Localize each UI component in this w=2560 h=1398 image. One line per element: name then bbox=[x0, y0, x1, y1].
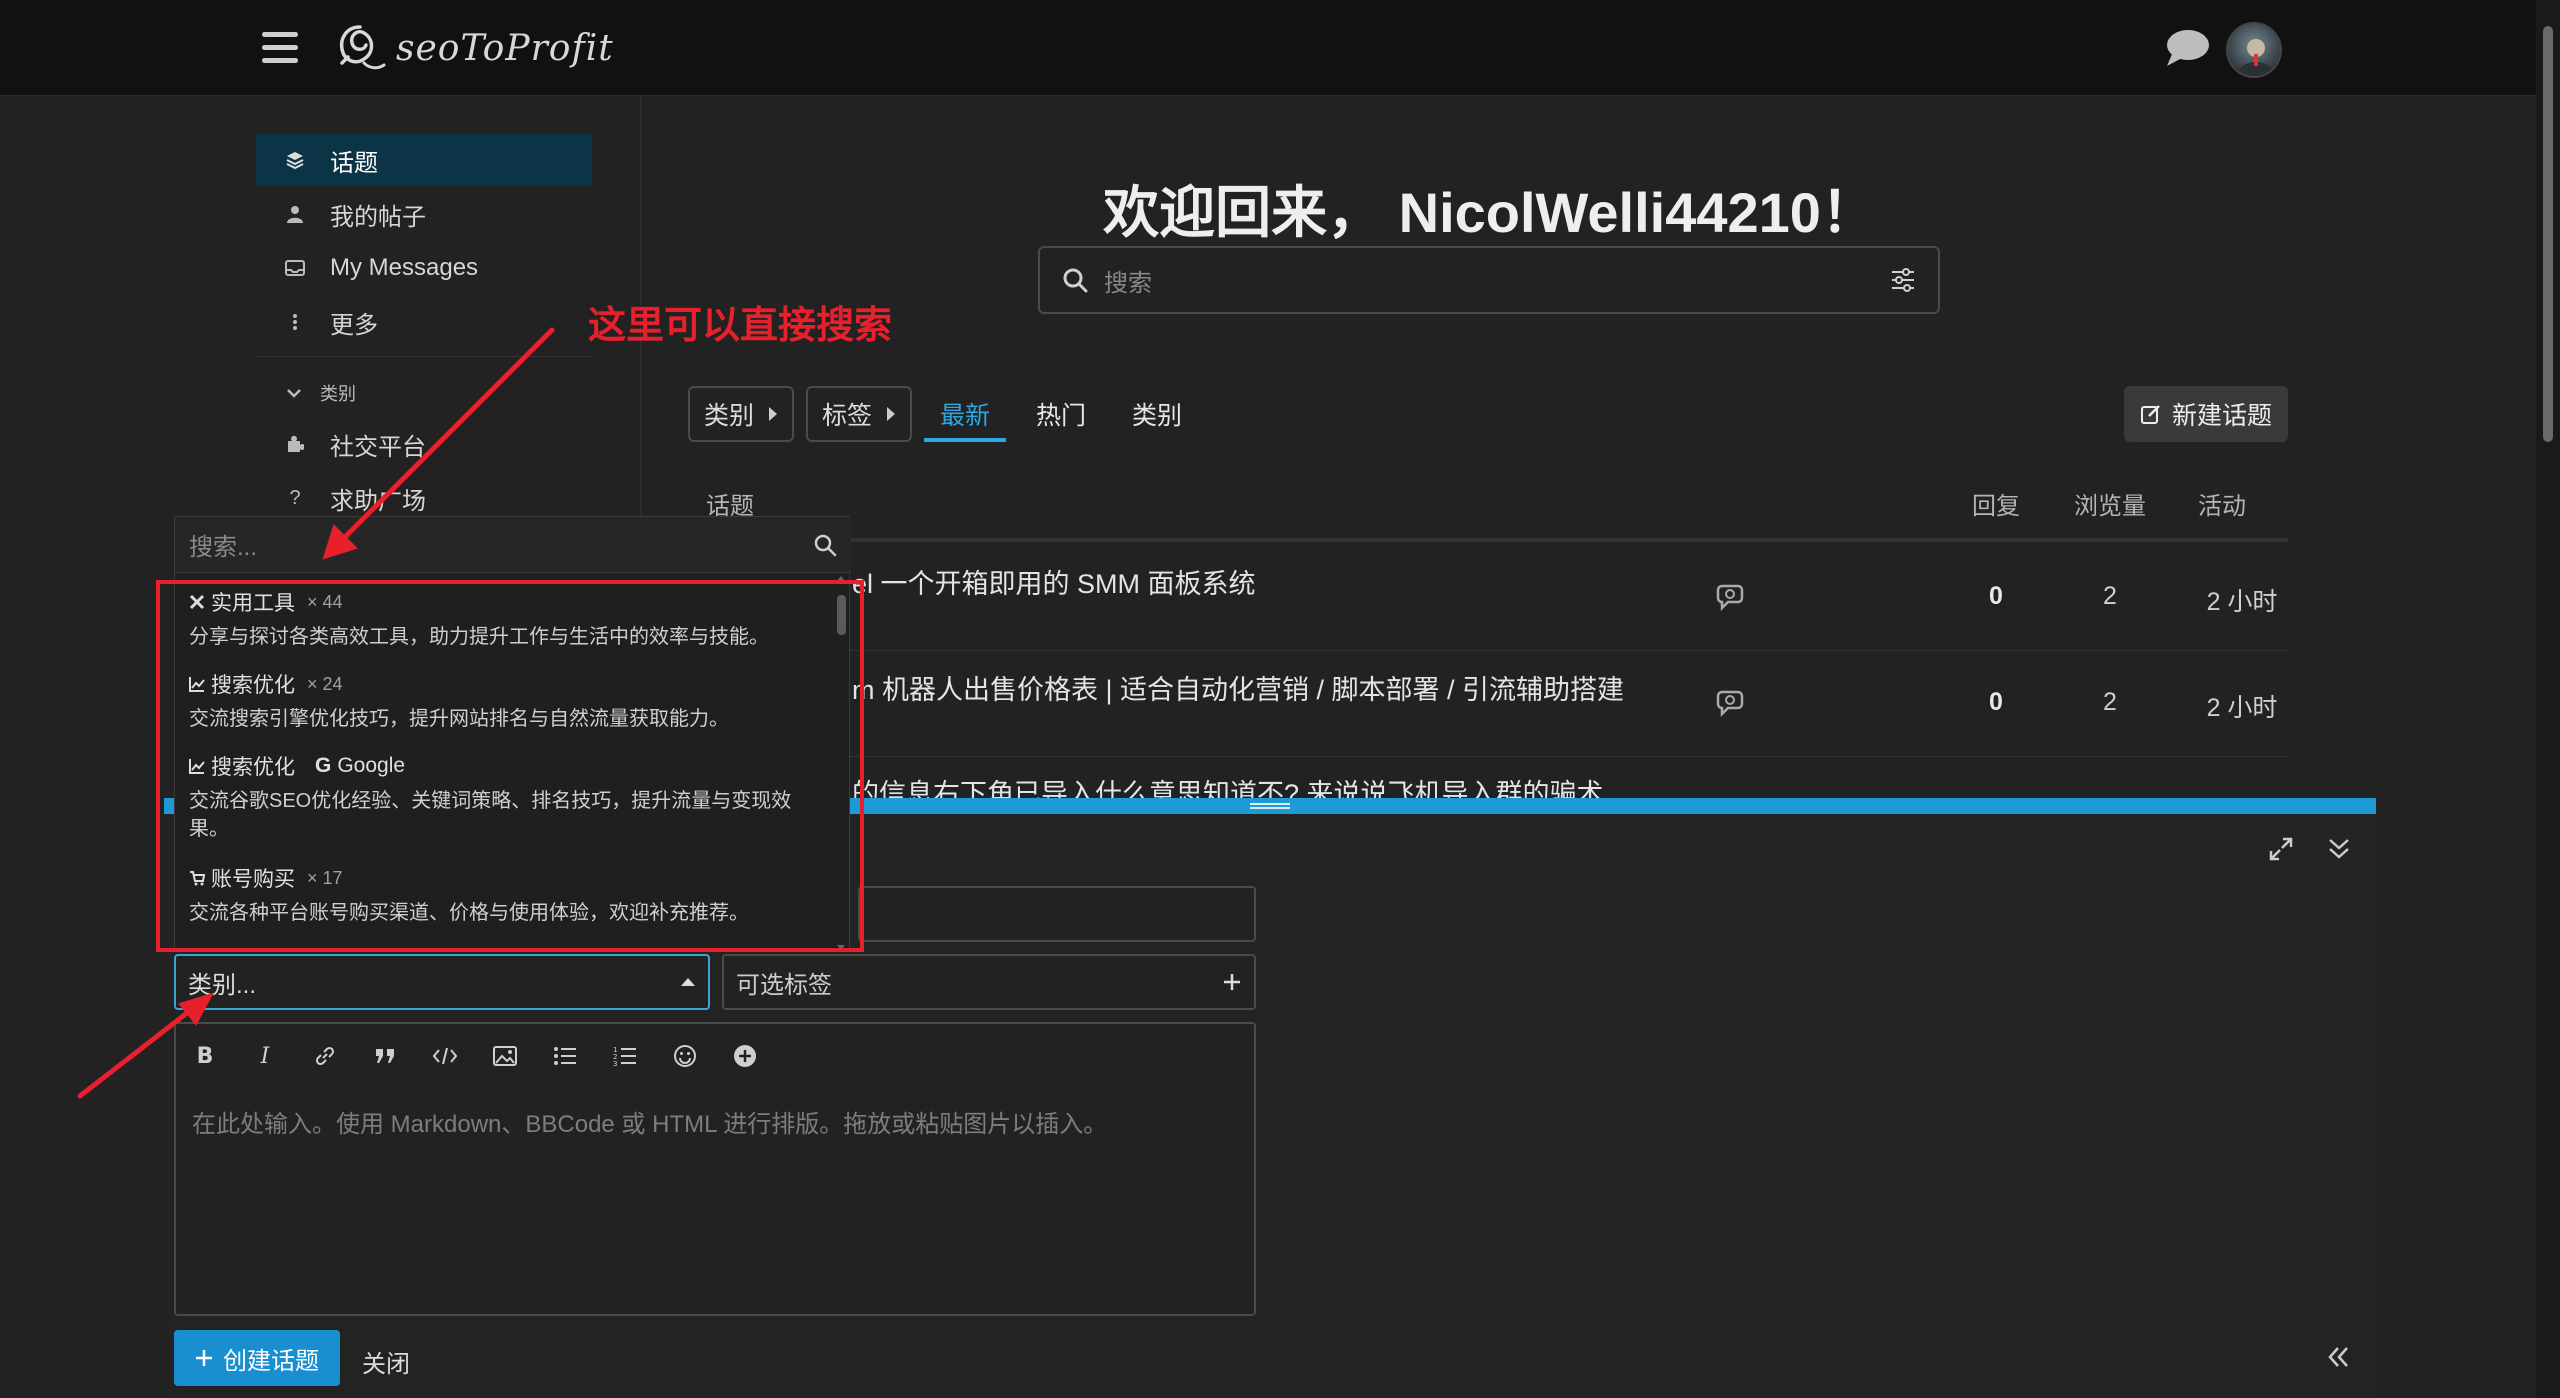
annotation-arrows bbox=[77, 327, 555, 1099]
